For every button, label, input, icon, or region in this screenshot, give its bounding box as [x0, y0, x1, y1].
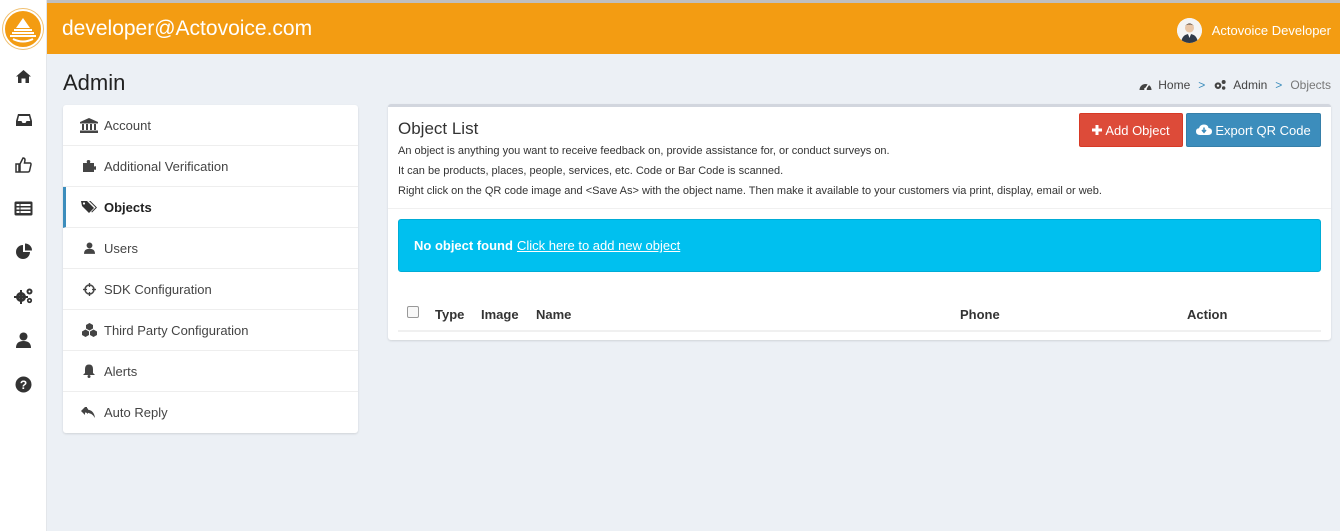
thumbs-up-icon: [15, 156, 32, 173]
rail-profile[interactable]: [0, 322, 47, 358]
rail-settings[interactable]: [0, 278, 47, 314]
column-header-name[interactable]: Name: [536, 307, 571, 322]
menu-item-label: Auto Reply: [104, 405, 168, 420]
column-header-phone[interactable]: Phone: [960, 307, 1000, 322]
tags-icon: [80, 199, 98, 215]
menu-item-label: Additional Verification: [104, 158, 229, 174]
menu-item-label: SDK Configuration: [104, 281, 212, 297]
menu-item-label: Account: [104, 117, 151, 133]
panel-divider: [388, 208, 1331, 209]
column-header-action: Action: [1187, 307, 1228, 322]
rail-help[interactable]: ?: [0, 366, 47, 402]
reply-all-icon: [80, 405, 98, 421]
empty-message: No object found: [414, 238, 513, 253]
dashboard-icon: [1139, 83, 1152, 90]
menu-item-label: Objects: [104, 199, 152, 215]
svg-text:?: ?: [20, 378, 27, 392]
admin-settings-menu: Account Additional Verification Objects …: [63, 105, 358, 433]
bell-icon: [80, 363, 98, 379]
cloud-download-icon: [1196, 124, 1213, 135]
menu-item-third-party-configuration[interactable]: Third Party Configuration: [63, 310, 358, 351]
breadcrumb-admin-label: Admin: [1233, 78, 1268, 92]
description-line: An object is anything you want to receiv…: [398, 145, 890, 157]
user-menu[interactable]: Actovoice Developer: [1176, 17, 1331, 43]
menu-item-additional-verification[interactable]: Additional Verification: [63, 146, 358, 187]
menu-item-account[interactable]: Account: [63, 105, 358, 146]
add-object-button[interactable]: Add Object: [1079, 113, 1183, 147]
description-line: It can be products, places, people, serv…: [398, 165, 784, 177]
export-qr-code-label: Export QR Code: [1215, 122, 1311, 138]
menu-item-alerts[interactable]: Alerts: [63, 351, 358, 392]
home-icon: [16, 69, 31, 83]
breadcrumb-current: Objects: [1290, 78, 1331, 92]
user-icon: [80, 240, 98, 256]
bank-icon: [80, 117, 98, 133]
menu-item-label: Alerts: [104, 363, 138, 379]
column-header-type[interactable]: Type: [435, 307, 464, 322]
cubes-icon: [80, 322, 98, 338]
rail-reports[interactable]: [0, 234, 47, 270]
page-title: Admin: [63, 70, 126, 95]
breadcrumb-separator: >: [1275, 78, 1283, 92]
panel-title: Object List: [398, 119, 479, 138]
puzzle-icon: [80, 158, 98, 174]
avatar: [1176, 17, 1202, 43]
description-line: Right click on the QR code image and <Sa…: [398, 185, 1102, 197]
plus-icon: [1092, 125, 1103, 135]
menu-item-auto-reply[interactable]: Auto Reply: [63, 392, 358, 433]
breadcrumb-admin[interactable]: Admin: [1213, 78, 1267, 92]
menu-item-users[interactable]: Users: [63, 228, 358, 269]
menu-item-sdk-configuration[interactable]: SDK Configuration: [63, 269, 358, 310]
breadcrumb-separator: >: [1198, 78, 1206, 92]
inbox-icon: [15, 114, 32, 126]
gears-icon: [1214, 80, 1226, 90]
account-email-title: developer@Actovoice.com: [62, 17, 313, 40]
menu-item-objects[interactable]: Objects: [63, 187, 358, 228]
select-all-checkbox[interactable]: [407, 306, 419, 318]
user-icon: [16, 332, 31, 348]
pie-chart-icon: [15, 243, 32, 259]
object-table-header: Type Image Name Phone Action: [398, 297, 1321, 332]
user-name: Actovoice Developer: [1211, 22, 1331, 38]
icon-sidebar: ?: [0, 0, 47, 531]
empty-state-callout: No object found Click here to add new ob…: [398, 219, 1321, 272]
rail-inbox[interactable]: [0, 102, 47, 138]
column-header-image[interactable]: Image: [481, 307, 519, 322]
add-new-object-link[interactable]: Click here to add new object: [517, 238, 680, 253]
rail-feedback[interactable]: [0, 146, 47, 182]
object-list-panel: Object List An object is anything you wa…: [388, 104, 1331, 340]
list-icon: [14, 201, 33, 215]
rail-list[interactable]: [0, 190, 47, 226]
rail-home[interactable]: [0, 58, 47, 94]
top-header: developer@Actovoice.com Actovoice Develo…: [47, 3, 1340, 54]
breadcrumb: Home > Admin > Objects: [1139, 78, 1331, 92]
app-logo[interactable]: [3, 9, 43, 49]
gears-icon: [13, 288, 32, 304]
menu-item-label: Third Party Configuration: [104, 322, 249, 338]
crosshairs-icon: [80, 281, 98, 297]
export-qr-code-button[interactable]: Export QR Code: [1186, 113, 1321, 147]
menu-item-label: Users: [104, 240, 138, 256]
breadcrumb-home-label: Home: [1158, 78, 1191, 92]
breadcrumb-home[interactable]: Home: [1139, 78, 1190, 92]
help-icon: ?: [15, 376, 32, 392]
add-object-label: Add Object: [1105, 122, 1170, 138]
